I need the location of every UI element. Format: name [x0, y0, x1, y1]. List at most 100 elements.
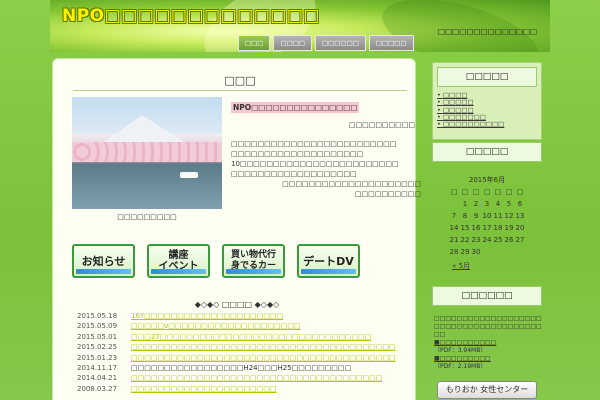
boat-image — [180, 172, 198, 178]
news-link[interactable]: □□□□□□□□□□□□□□□□□□□□□□ — [131, 385, 277, 395]
nav-tab-home[interactable]: □□□ — [238, 35, 271, 51]
calendar-day — [504, 247, 515, 258]
calendar-day: 6 — [517, 200, 523, 208]
sidebar-menu-widget: □□□□□ □□□□ □□□□□ □□□□□ □□□□□□□ □□□□□□□□□… — [432, 62, 542, 140]
calendar-weekday: □ — [505, 188, 513, 196]
news-row: 2015.02.25 □□□□□□□□□□□□□□□□□□□□□□□□□□□□□□… — [77, 343, 407, 353]
page-title: □□□ — [73, 74, 407, 91]
pdf-size-2: （PDF：2.19MB） — [434, 363, 487, 370]
calendar-day: 21 — [449, 236, 459, 244]
news-date: 2015.05.01 — [77, 332, 118, 341]
news-link[interactable]: 16Y□□□□□□□□□□□□□□□□□□□□□ — [131, 312, 283, 322]
calendar: 2015年6月 □ □ □ □ □ □ □ 1 2 3 4 5 6 7 8 9 10 11 12 13 14 15 16 17… — [432, 165, 542, 271]
news-link[interactable]: □□□□□□□□□□□□□□□□□□□□□□□□□□□□□□□□□□□□□□□□ — [131, 343, 396, 353]
pdf-link-2[interactable]: ■□□□□□□□□□ — [434, 355, 544, 363]
calendar-day: 27 — [515, 236, 525, 244]
calendar-day: 26 — [504, 236, 514, 244]
calendar-day: 28 — [449, 248, 459, 256]
news-list: 2015.05.18 16Y□□□□□□□□□□□□□□□□□□□□□ 2015.0… — [77, 312, 407, 395]
news-date: 2014.04.21 — [77, 374, 118, 383]
nav-tab-2[interactable]: □□□□ — [273, 35, 313, 51]
category-buttons: お知らせ 講座 イベント 買い物代行 身でるカー デートDV — [72, 244, 362, 278]
calendar-day: 16 — [471, 224, 481, 232]
calendar-day: 17 — [482, 224, 492, 232]
news-date: 2008.03.27 — [77, 384, 118, 393]
news-date: 2014.11.17 — [77, 363, 118, 372]
org-description: □□□□□□□□□□□□□□□□□□□□□□□□□ □□□□□□□□□□□□□□… — [231, 139, 411, 179]
calendar-day: 25 — [493, 236, 503, 244]
calendar-widget-header: □□□□□ — [432, 142, 542, 166]
news-date: 2015.05.18 — [77, 312, 118, 320]
nav-tab-3[interactable]: □□□□□□ — [315, 35, 366, 51]
calendar-weekday: □ — [494, 188, 502, 196]
news-link[interactable]: □□□□□□□□□□□□□□□□□□□□□□□□□□□□□□□□□□□□□□ — [131, 374, 382, 384]
shopping-button[interactable]: 買い物代行 身でるカー — [222, 244, 285, 278]
calendar-day: 3 — [484, 200, 490, 208]
sidebar-item[interactable]: □□□□□□□□□□ — [437, 120, 537, 128]
calendar-day — [449, 199, 460, 210]
sidebar-menu-list: □□□□ □□□□□ □□□□□ □□□□□□□ □□□□□□□□□□ — [433, 91, 541, 129]
calendar-weekday: □ — [472, 188, 480, 196]
site-tagline: □□□□□□□□□□□□□□ — [438, 27, 538, 36]
calendar-day: 5 — [506, 200, 512, 208]
calendar-day: 2 — [473, 200, 479, 208]
news-row: 2015.01.23 □□□□□□□□□□□□□□□□□□□□□□□□□□□□□□… — [77, 354, 407, 364]
widget-title: □□□□□ — [437, 67, 537, 87]
calendar-prev-link[interactable]: « 5月 — [432, 261, 542, 271]
dating-dv-button[interactable]: デートDV — [297, 244, 360, 278]
calendar-day: 24 — [482, 236, 492, 244]
org-subtitle: □□□□□□□□□□ — [348, 121, 415, 129]
calendar-day: 30 — [471, 248, 481, 256]
widget-title: □□□□□ — [432, 142, 542, 162]
address-line: □□□□□□□□□□□□□□□□□□□□□ — [282, 180, 421, 188]
calendar-day: 22 — [460, 236, 470, 244]
address-line: □□□□□□□□□□ — [354, 189, 421, 198]
news-row: 2008.03.27 □□□□□□□□□□□□□□□□□□□□□□ — [77, 385, 407, 395]
calendar-day: 10 — [482, 212, 492, 220]
org-address: □□□□□□□□□□□□□□□□□□□□□ □□□□□□□□□□ — [231, 180, 421, 199]
calendar-grid: □ □ □ □ □ □ □ 1 2 3 4 5 6 7 8 9 10 11 12 13 14 15 16 17 18 19 20 21… — [432, 187, 542, 258]
calendar-day: 11 — [493, 212, 503, 220]
calendar-day — [515, 247, 526, 258]
calendar-day: 19 — [504, 224, 514, 232]
news-link[interactable]: □□□□□□□□□□□□□□□□□H24□□□H25□□□□□□□□□ — [131, 364, 351, 374]
calendar-day: 15 — [460, 224, 470, 232]
news-row: 2015.05.09 □□□□□v□□□□□□□□□□□□□□□□□□□□ — [77, 322, 407, 332]
nav-tab-4[interactable]: □□□□□ — [368, 35, 414, 51]
description-line: □□□□□□□□□□□□□□□□□□□□ — [231, 150, 364, 158]
news-date: 2015.05.09 — [77, 322, 118, 331]
main-nav: □□□ □□□□ □□□□□□ □□□□□ — [238, 35, 414, 51]
calendar-day — [493, 247, 504, 258]
pdf-link-1[interactable]: ■□□□□□□□□□□ — [434, 339, 544, 347]
events-button[interactable]: 講座 イベント — [147, 244, 210, 278]
news-link[interactable]: □□□27□□□□□□□□□□□□□□□□□□□□□□□□□□□□□□□□ — [131, 333, 371, 343]
calendar-day: 20 — [515, 224, 525, 232]
news-date: 2015.01.23 — [77, 353, 118, 362]
news-row: 2014.04.21 □□□□□□□□□□□□□□□□□□□□□□□□□□□□□□… — [77, 374, 407, 384]
lake-photo — [72, 97, 222, 209]
news-button[interactable]: お知らせ — [72, 244, 135, 278]
calendar-caption: 2015年6月 — [468, 176, 506, 184]
news-button-label: お知らせ — [81, 254, 126, 268]
calendar-day: 4 — [495, 200, 501, 208]
widget-title: □□□□□□ — [432, 286, 542, 306]
calendar-day: 29 — [460, 248, 470, 256]
events-button-label: 講座 イベント — [158, 250, 199, 272]
calendar-day: 14 — [449, 224, 459, 232]
info-widget-body: □□□□□□□□□□□□□□□□□□□□□□□□□□□□□□□□□□□□□□□□… — [434, 315, 544, 371]
description-line: 10□□□□□□□□□□□□□□□□□□□□□□□□ — [231, 160, 399, 168]
news-row: 2015.05.18 16Y□□□□□□□□□□□□□□□□□□□□□ — [77, 312, 407, 322]
womens-center-banner[interactable]: もりおか 女性センター — [437, 381, 537, 399]
calendar-day: 13 — [515, 212, 525, 220]
calendar-day: 9 — [473, 212, 479, 220]
calendar-weekday: □ — [516, 188, 524, 196]
site-title[interactable]: NPO□□□□□□□□□□□□□ — [62, 6, 320, 26]
main-content: □□□ □□□□□□□□□ NPO□□□□□□□□□□□□□□□ □□□□□□□… — [52, 58, 421, 400]
calendar-day: 1 — [462, 200, 468, 208]
news-link[interactable]: □□□□□v□□□□□□□□□□□□□□□□□□□□ — [131, 322, 301, 332]
dating-dv-button-label: デートDV — [303, 254, 354, 268]
news-link[interactable]: □□□□□□□□□□□□□□□□□□□□□□□□□□□□□□□□□□□□□□□□ — [131, 354, 396, 364]
news-date: 2015.02.25 — [77, 343, 118, 352]
news-heading: ◆◇◆◇ □□□□ ◆◇◆◇ — [194, 300, 280, 309]
site-header: NPO□□□□□□□□□□□□□ □□□□□□□□□□□□□□ □□□ □□□□… — [50, 0, 550, 52]
